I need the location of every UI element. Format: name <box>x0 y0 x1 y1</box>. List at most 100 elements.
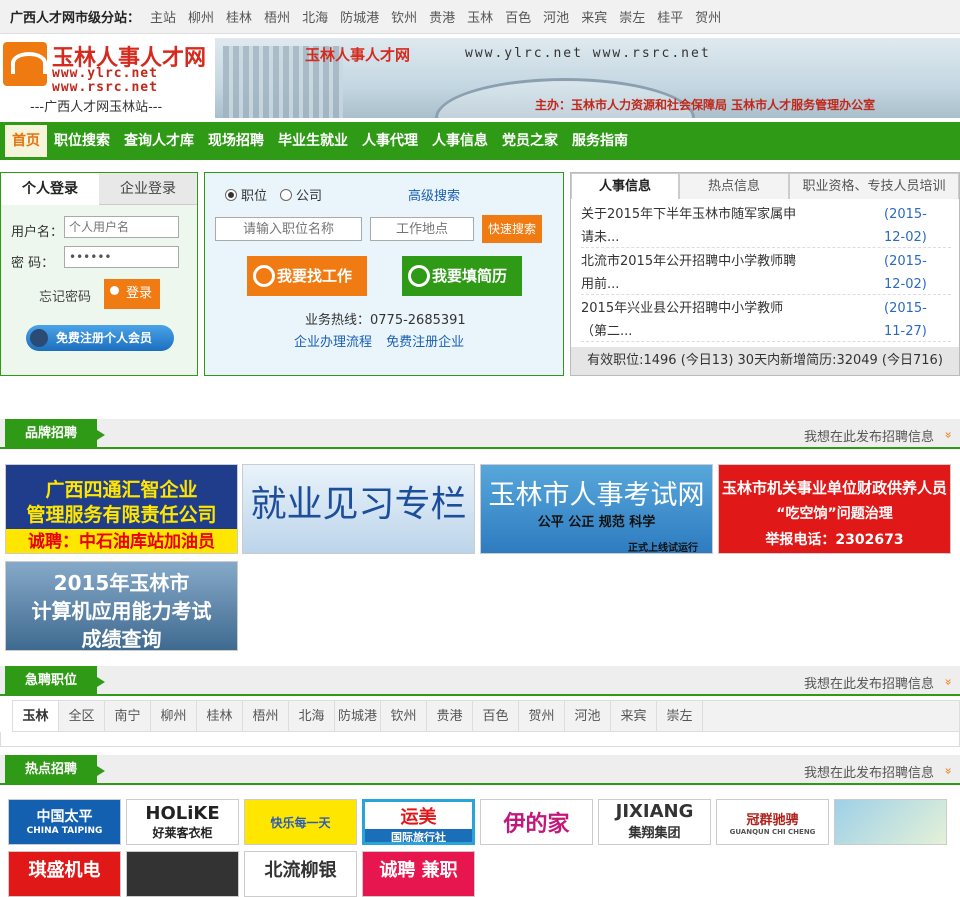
city-tab[interactable]: 玉林 <box>13 701 59 731</box>
city-link[interactable]: 来宾 <box>581 7 607 26</box>
hot-logo-holike[interactable]: HOLiKE 好莱客衣柜 <box>126 799 239 845</box>
hotline-text: 业务热线：0775-2685391 <box>305 313 466 328</box>
register-company-link[interactable]: 免费注册企业 <box>386 335 464 350</box>
logo-sub: GUANQUN CHI CHENG <box>729 828 816 836</box>
ad-line: 就业见习专栏 <box>250 484 467 525</box>
radio-job[interactable]: 职位 <box>225 185 267 204</box>
advanced-search-link[interactable]: 高级搜索 <box>408 185 460 204</box>
job-title-input[interactable] <box>215 217 362 241</box>
tab-hot-info[interactable]: 热点信息 <box>679 173 789 199</box>
nav-hr-info[interactable]: 人事信息 <box>425 125 495 157</box>
city-link[interactable]: 河池 <box>543 7 569 26</box>
hot-logo-yunmei[interactable]: 运美 国际旅行社 <box>362 799 475 845</box>
radio-company[interactable]: 公司 <box>280 185 322 204</box>
city-tab[interactable]: 南宁 <box>105 701 151 731</box>
city-tab[interactable]: 桂林 <box>197 701 243 731</box>
news-title[interactable]: 2015年兴业县公开招聘中小学教师（第二... <box>581 297 801 343</box>
hot-logo-happy[interactable]: 快乐每一天 <box>244 799 357 845</box>
section-title: 热点招聘 <box>5 755 105 785</box>
hot-logo-taiping[interactable]: 中国太平 CHINA TAIPING <box>8 799 121 845</box>
nav-job-search[interactable]: 职位搜索 <box>47 125 117 157</box>
hot-logo-parttime[interactable]: 诚聘 兼职 <box>362 851 475 897</box>
city-link[interactable]: 百色 <box>505 7 531 26</box>
hot-logo-dark[interactable] <box>126 851 239 897</box>
company-process-link[interactable]: 企业办理流程 <box>294 335 372 350</box>
tab-hr-info[interactable]: 人事信息 <box>571 173 679 199</box>
ad-line: 成绩查询 <box>81 627 162 651</box>
logo-text: 伊的家 <box>503 811 570 837</box>
site-stats: 有效职位:1496 (今日13) 30天内新增简历:32049 (今日716) <box>571 347 959 375</box>
brand-ad-exam[interactable]: 玉林市人事考试网 公平 公正 规范 科学 正式上线试运行 <box>480 464 713 554</box>
city-tab[interactable]: 梧州 <box>243 701 289 731</box>
city-link[interactable]: 贺州 <box>695 7 721 26</box>
radio-empty-icon <box>280 188 292 201</box>
tab-training[interactable]: 职业资格、专技人员培训 <box>789 173 959 199</box>
city-tab[interactable]: 全区 <box>59 701 105 731</box>
tab-company-login[interactable]: 企业登录 <box>99 173 197 205</box>
city-tab[interactable]: 河池 <box>565 701 611 731</box>
news-title[interactable]: 北流市2015年公开招聘中小学教师聘用前... <box>581 250 801 296</box>
location-input[interactable] <box>370 217 474 241</box>
brand-ad-internship[interactable]: 就业见习专栏 <box>242 464 475 554</box>
brand-ad-computer-exam[interactable]: 2015年玉林市 计算机应用能力考试 成绩查询 <box>5 561 238 651</box>
brand-ad-report[interactable]: 玉林市机关事业单位财政供养人员 “吃空饷”问题治理 举报电话：2302673 <box>718 464 951 554</box>
forgot-password-link[interactable]: 忘记密码 <box>39 286 91 305</box>
city-link[interactable]: 桂平 <box>657 7 683 26</box>
nav-service-guide[interactable]: 服务指南 <box>565 125 635 157</box>
news-title[interactable]: 关于2015年下半年玉林市随军家属申请未... <box>581 203 801 249</box>
nav-onsite-recruit[interactable]: 现场招聘 <box>201 125 271 157</box>
find-job-label: 我要找工作 <box>277 267 353 285</box>
city-link[interactable]: 梧州 <box>264 7 290 26</box>
city-link[interactable]: 主站 <box>150 7 176 26</box>
hot-logo-jidian[interactable]: 琪盛机电 <box>8 851 121 897</box>
news-item[interactable]: 北流市2015年公开招聘中小学教师聘用前... (2015-12-02) <box>581 248 951 295</box>
password-input[interactable] <box>64 246 179 268</box>
hot-logo-beiliu[interactable]: 北流柳银 <box>244 851 357 897</box>
hot-logo-yidejia[interactable]: 伊的家 <box>480 799 593 845</box>
city-tab[interactable]: 崇左 <box>657 701 703 731</box>
city-tab[interactable]: 钦州 <box>381 701 427 731</box>
news-item[interactable]: 2015年兴业县公开招聘中小学教师（第二... (2015-11-27) <box>581 295 951 342</box>
quick-search-button[interactable]: 快速搜索 <box>482 215 542 243</box>
city-tab[interactable]: 来宾 <box>611 701 657 731</box>
city-link[interactable]: 崇左 <box>619 7 645 26</box>
hot-logo-map[interactable] <box>834 799 947 845</box>
urgent-jobs-header: 急聘职位 我想在此发布招聘信息 <box>0 666 960 696</box>
post-recruit-link[interactable]: 我想在此发布招聘信息 <box>804 762 934 781</box>
hot-logo-jixiang[interactable]: JIXIANG 集翔集团 <box>598 799 711 845</box>
brand-ad-sitong[interactable]: 广西四通汇智企业 管理服务有限责任公司 诚聘：中石油库站加油员 <box>5 464 238 554</box>
post-recruit-link[interactable]: 我想在此发布招聘信息 <box>804 673 934 692</box>
city-link[interactable]: 柳州 <box>188 7 214 26</box>
site-logo[interactable]: 玉林人事人才网 www.ylrc.net www.rsrc.net ---广西人… <box>0 38 210 120</box>
city-link[interactable]: 北海 <box>302 7 328 26</box>
city-tab[interactable]: 百色 <box>473 701 519 731</box>
city-link[interactable]: 桂林 <box>226 7 252 26</box>
login-button[interactable]: 登录 <box>104 279 160 309</box>
post-recruit-link[interactable]: 我想在此发布招聘信息 <box>804 426 934 445</box>
city-link[interactable]: 贵港 <box>429 7 455 26</box>
city-tab[interactable]: 贵港 <box>427 701 473 731</box>
city-link[interactable]: 钦州 <box>391 7 417 26</box>
city-link[interactable]: 玉林 <box>467 7 493 26</box>
nav-graduate[interactable]: 毕业生就业 <box>271 125 355 157</box>
city-tab[interactable]: 柳州 <box>151 701 197 731</box>
city-tab[interactable]: 防城港 <box>335 701 381 731</box>
city-link[interactable]: 防城港 <box>340 7 379 26</box>
logo-text: HOLiKE <box>145 803 220 824</box>
hot-logo-guanqun[interactable]: 冠群驰骋 GUANQUN CHI CHENG <box>716 799 829 845</box>
username-label: 用户名： <box>11 225 64 240</box>
fill-resume-button[interactable]: 我要填简历 <box>402 256 522 296</box>
nav-home[interactable]: 首页 <box>5 125 47 157</box>
find-job-button[interactable]: 我要找工作 <box>247 256 367 296</box>
city-tab[interactable]: 贺州 <box>519 701 565 731</box>
nav-talent-db[interactable]: 查询人才库 <box>117 125 201 157</box>
nav-hr-agency[interactable]: 人事代理 <box>355 125 425 157</box>
city-tab[interactable]: 北海 <box>289 701 335 731</box>
logo-text: 北流柳银 <box>264 860 337 881</box>
username-input[interactable] <box>64 216 179 238</box>
radio-job-label: 职位 <box>241 189 268 204</box>
tab-personal-login[interactable]: 个人登录 <box>1 173 99 205</box>
register-personal-button[interactable]: 免费注册个人会员 <box>26 325 174 351</box>
nav-party-home[interactable]: 党员之家 <box>495 125 565 157</box>
news-item[interactable]: 关于2015年下半年玉林市随军家属申请未... (2015-12-02) <box>581 201 951 248</box>
